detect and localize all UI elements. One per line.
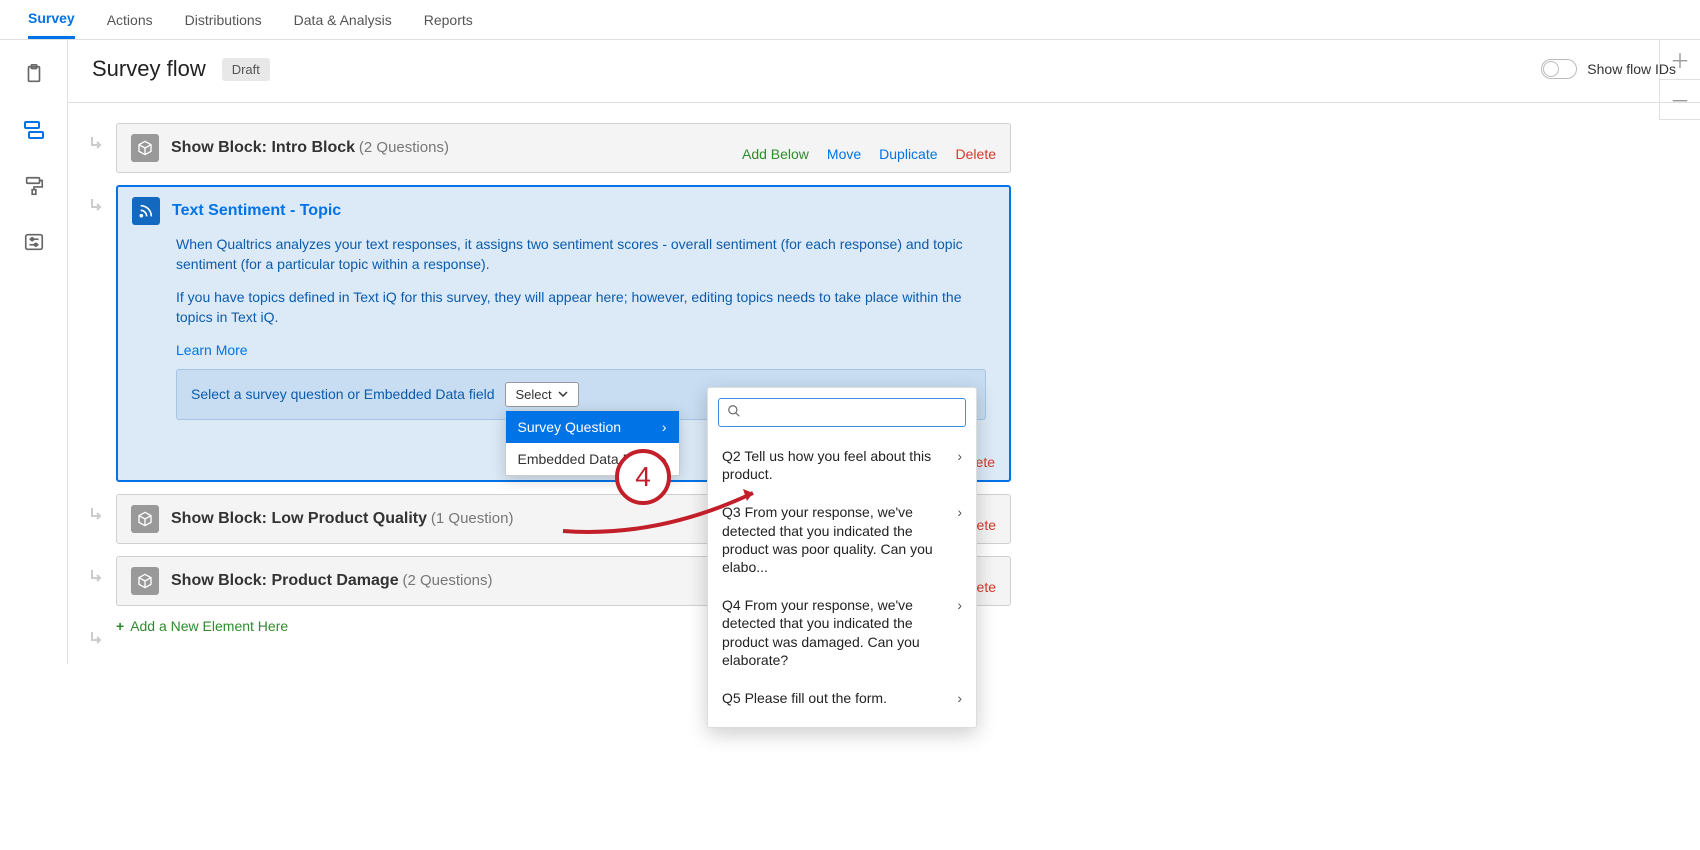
sentiment-desc-1: When Qualtrics analyzes your text respon…: [176, 235, 995, 274]
page-title: Survey flow: [92, 56, 206, 82]
flow-arrow-icon: [88, 566, 108, 589]
block-count: (2 Questions): [402, 572, 492, 589]
zoom-in-button[interactable]: ＋: [1660, 40, 1700, 80]
status-badge: Draft: [222, 58, 270, 81]
question-submenu: Q2 Tell us how you feel about this produ…: [707, 387, 977, 728]
move-button[interactable]: Move: [827, 146, 861, 162]
left-rail: [0, 40, 68, 664]
chevron-right-icon: ›: [957, 689, 962, 707]
annotation-step-circle: 4: [615, 449, 671, 505]
block-intro[interactable]: Show Block: Intro Block (2 Questions) Ad…: [116, 123, 1011, 173]
select-dropdown[interactable]: Select Survey Question ›: [505, 382, 579, 407]
chevron-right-icon: ›: [662, 419, 667, 435]
chevron-right-icon: ›: [957, 447, 962, 465]
sentiment-desc-2: If you have topics defined in Text iQ fo…: [176, 288, 995, 327]
cube-icon: [131, 505, 159, 533]
page-header: Survey flow Draft Show flow IDs: [68, 40, 1700, 103]
settings-sliders-icon[interactable]: [20, 228, 48, 256]
flow-arrow-icon: [88, 133, 108, 156]
chevron-right-icon: ›: [957, 596, 962, 614]
submenu-item-q4[interactable]: Q4 From your response, we've detected th…: [718, 586, 966, 679]
search-input-wrap[interactable]: [718, 398, 966, 427]
flow-arrow-icon: [88, 504, 108, 527]
show-flow-ids-toggle[interactable]: [1541, 59, 1577, 79]
cube-icon: [131, 567, 159, 595]
submenu-item-q2[interactable]: Q2 Tell us how you feel about this produ…: [718, 437, 966, 493]
select-label: Select: [516, 387, 552, 402]
submenu-item-q5[interactable]: Q5 Please fill out the form.›: [718, 679, 966, 717]
chevron-right-icon: ›: [957, 503, 962, 521]
duplicate-button[interactable]: Duplicate: [879, 146, 937, 162]
select-prompt-label: Select a survey question or Embedded Dat…: [191, 386, 495, 402]
chevron-down-icon: [558, 387, 568, 402]
dropdown-item-survey-question[interactable]: Survey Question ›: [506, 411, 679, 443]
delete-button[interactable]: Delete: [956, 146, 996, 162]
flow-icon[interactable]: [20, 116, 48, 144]
rss-icon: [132, 197, 160, 225]
tab-actions[interactable]: Actions: [107, 0, 153, 39]
flow-arrow-icon: [88, 195, 108, 218]
search-input[interactable]: [747, 405, 957, 421]
block-count: (1 Question): [431, 510, 514, 527]
block-title: Show Block: Intro Block: [171, 139, 355, 156]
block-title: Show Block: Product Damage: [171, 572, 399, 589]
block-count: (2 Questions): [359, 139, 449, 156]
plus-icon: +: [116, 618, 124, 634]
search-icon: [727, 404, 741, 421]
block-title: Text Sentiment - Topic: [172, 202, 341, 220]
tab-reports[interactable]: Reports: [424, 0, 473, 39]
top-tabs: Survey Actions Distributions Data & Anal…: [0, 0, 1700, 40]
clipboard-icon[interactable]: [20, 60, 48, 88]
submenu-item-q3[interactable]: Q3 From your response, we've detected th…: [718, 493, 966, 586]
paint-roller-icon[interactable]: [20, 172, 48, 200]
block-title: Show Block: Low Product Quality: [171, 510, 427, 527]
flow-arrow-icon: [88, 628, 108, 651]
tab-survey[interactable]: Survey: [28, 0, 75, 39]
learn-more-link[interactable]: Learn More: [176, 342, 248, 358]
tab-data-analysis[interactable]: Data & Analysis: [294, 0, 392, 39]
add-below-button[interactable]: Add Below: [742, 146, 809, 162]
tab-distributions[interactable]: Distributions: [185, 0, 262, 39]
cube-icon: [131, 134, 159, 162]
